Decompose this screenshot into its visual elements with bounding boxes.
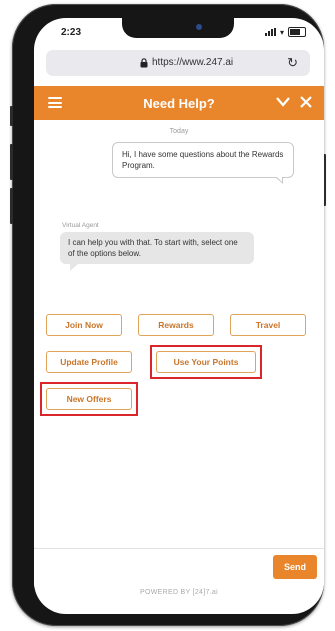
user-message-text: Hi, I have some questions about the Rewa… [122,150,284,170]
agent-name: Virtual Agent [62,222,99,229]
battery-icon [288,27,306,37]
side-button [10,144,13,180]
status-time: 2:23 [61,27,82,38]
wifi-icon: ▾ [279,27,284,37]
signal-icon [264,28,276,36]
powered-by: POWERED BY [24]7.ai [140,589,218,596]
user-message-bubble: Hi, I have some questions about the Rewa… [112,142,294,184]
agent-message-text: I can help you with that. To start with,… [68,238,238,258]
bubble-tail [70,264,78,271]
side-button [10,106,13,126]
phone-frame: 2:23 ▾ https://www.247.ai ↻ Need Help? T… [10,4,326,626]
message-input[interactable] [44,557,252,581]
highlight-box [150,345,262,379]
chat-header: Need Help? [34,86,324,120]
close-icon[interactable] [300,96,312,108]
refresh-icon[interactable]: ↻ [287,55,298,71]
url-bar[interactable]: https://www.247.ai ↻ [46,50,310,76]
side-button [10,188,13,224]
agent-message-bubble: I can help you with that. To start with,… [60,232,254,271]
chevron-down-icon[interactable] [276,96,290,108]
notch [122,18,234,38]
phone-screen: 2:23 ▾ https://www.247.ai ↻ Need Help? T… [34,18,324,614]
option-update-profile[interactable]: Update Profile [46,351,132,373]
date-label: Today [169,128,189,135]
bubble-tail [275,176,283,184]
lock-icon [140,58,148,68]
highlight-box [40,382,138,416]
option-travel[interactable]: Travel [230,314,306,336]
status-icons: ▾ [264,27,306,37]
url-text: https://www.247.ai [152,57,234,68]
send-button[interactable]: Send [273,555,317,579]
option-rewards[interactable]: Rewards [138,314,214,336]
option-join-now[interactable]: Join Now [46,314,122,336]
message-composer: Send [34,548,324,587]
camera-icon [196,24,202,30]
